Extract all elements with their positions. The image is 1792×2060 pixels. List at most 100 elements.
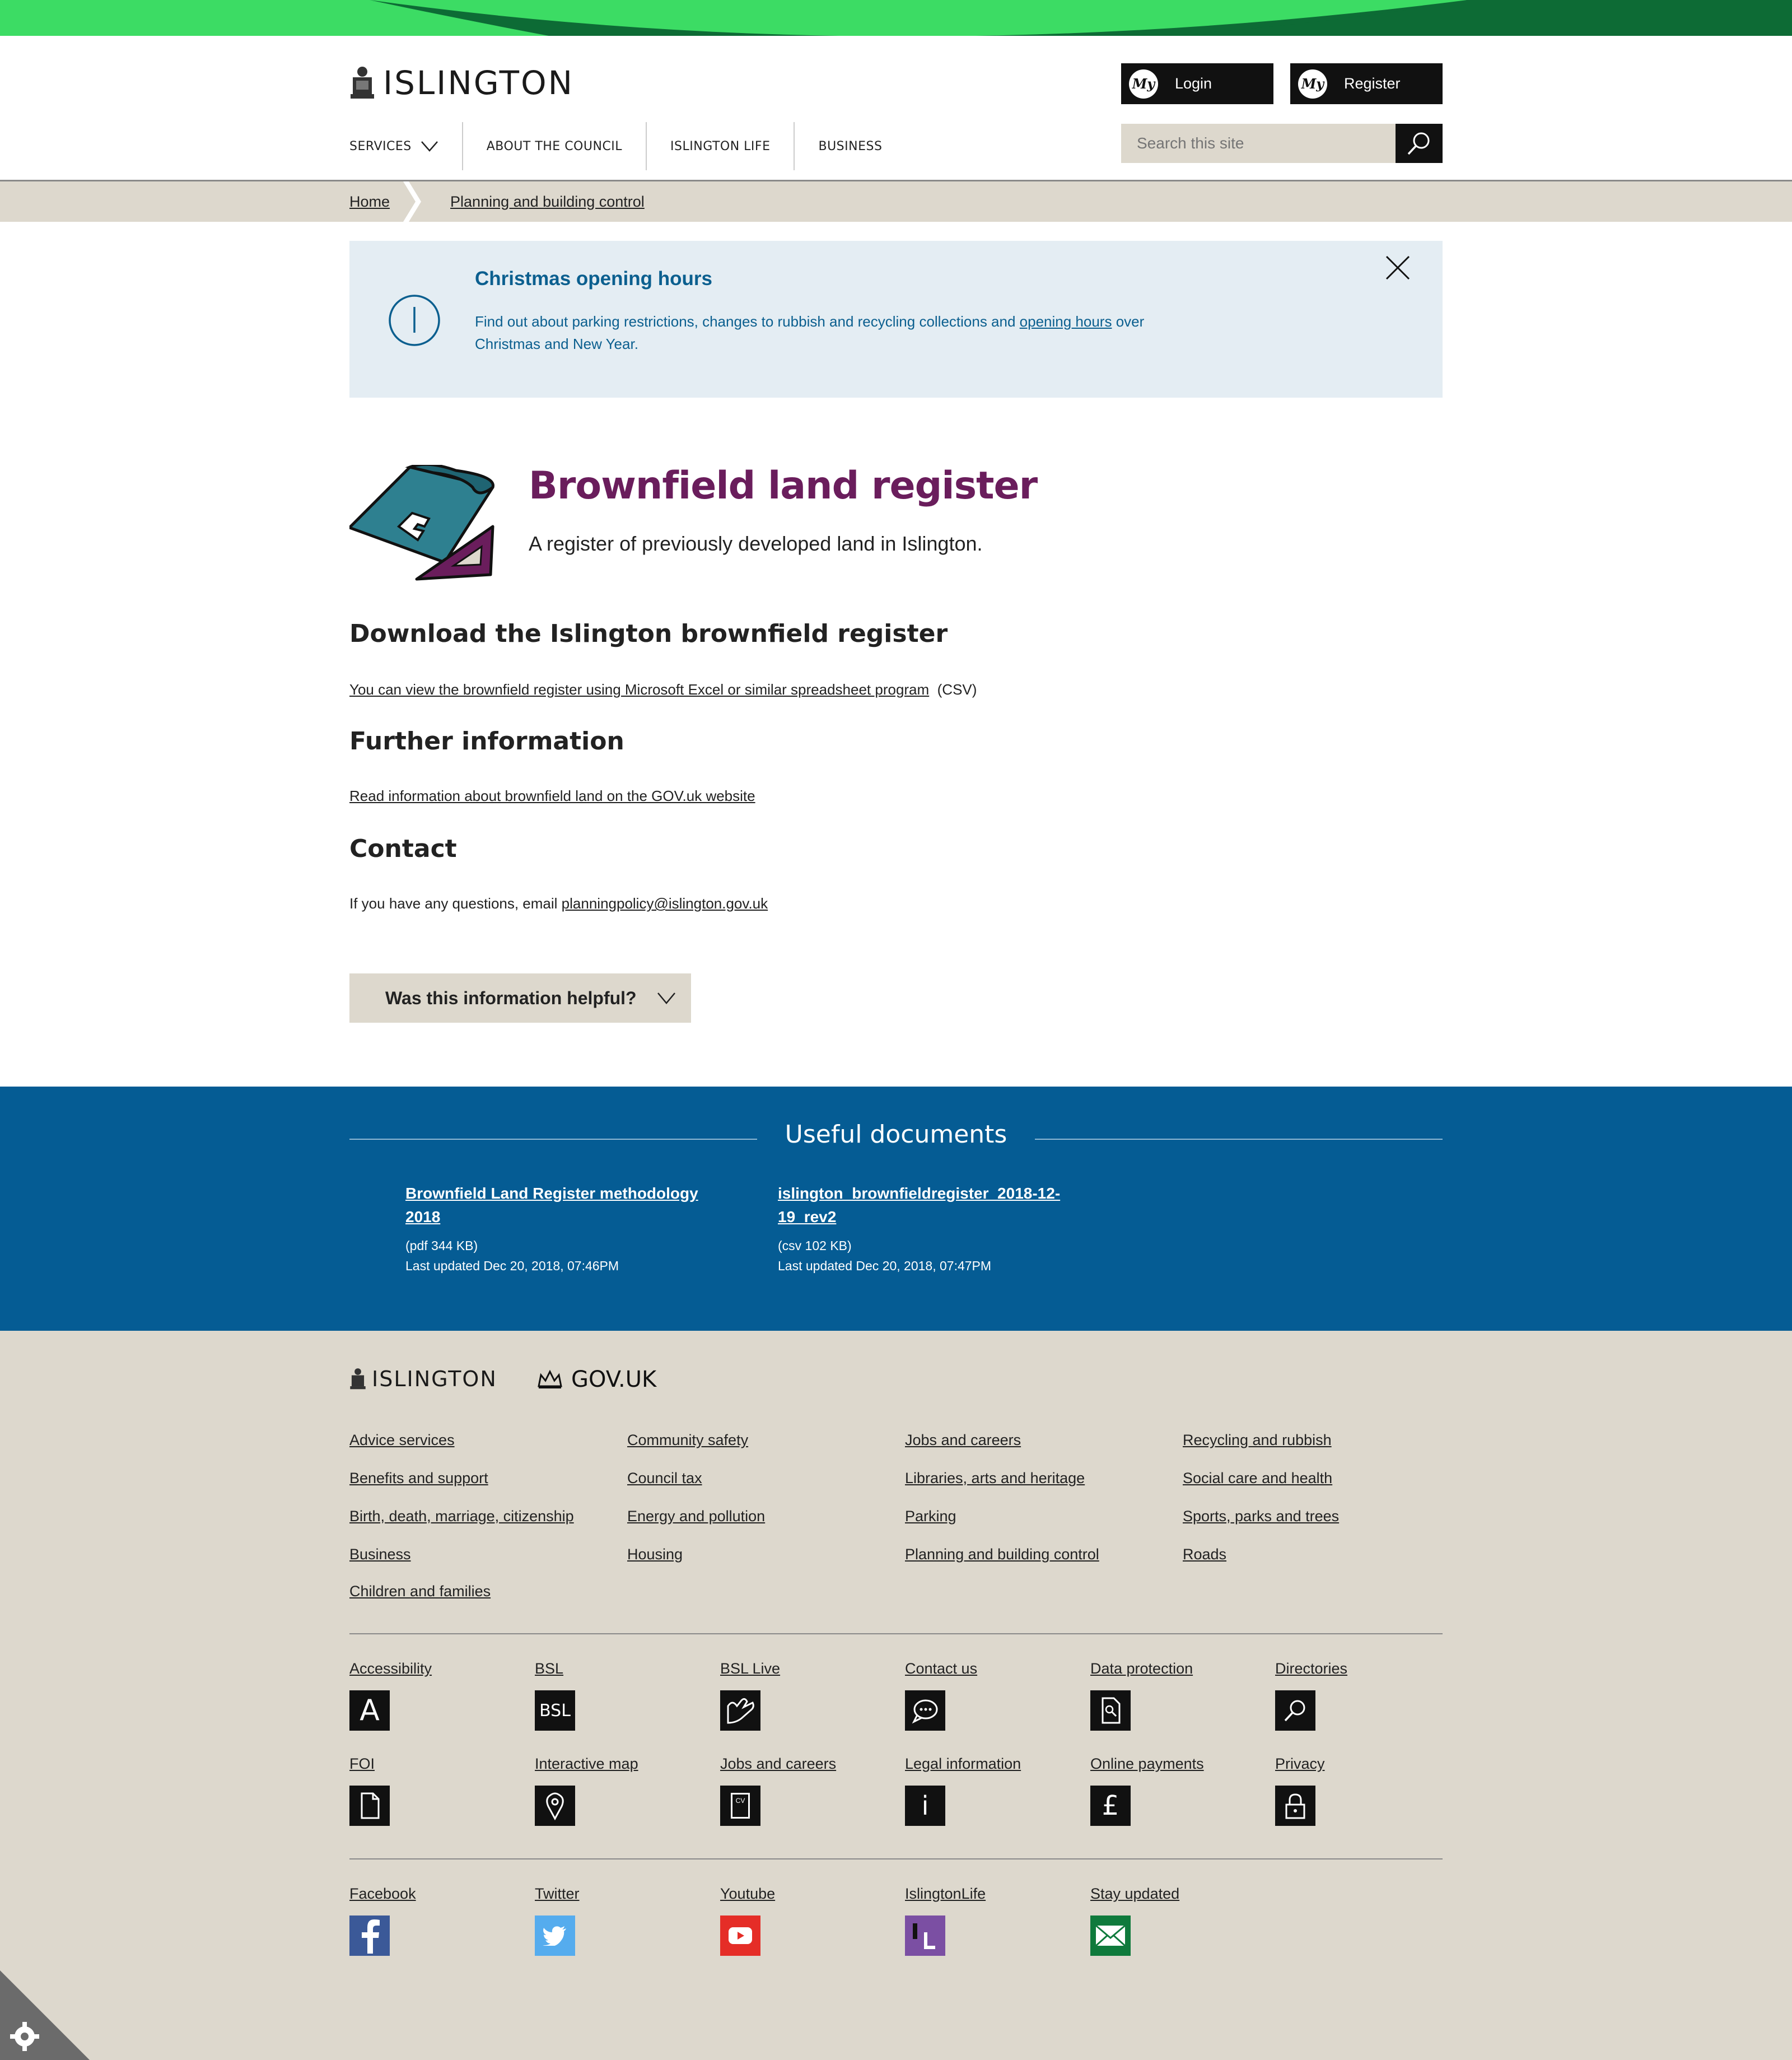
map-pin-icon[interactable] xyxy=(535,1786,575,1826)
nav-about-the-council[interactable]: ABOUT THE COUNCIL xyxy=(461,122,646,170)
document-link[interactable]: Brownfield Land Register methodology 201… xyxy=(405,1182,719,1229)
nav-services-label: SERVICES xyxy=(349,139,412,153)
chevron-down-icon xyxy=(421,141,438,152)
login-button[interactable]: My Login xyxy=(1121,63,1273,104)
feedback-toggle-button[interactable]: Was this information helpful? xyxy=(349,973,691,1023)
islington-crest-icon xyxy=(351,67,374,99)
band-wave-graphic xyxy=(370,0,1792,36)
document-icon[interactable] xyxy=(349,1786,390,1826)
document-updated: Last updated Dec 20, 2018, 07:46PM xyxy=(405,1259,619,1273)
quick-link-data-protection[interactable]: Data protection xyxy=(1090,1660,1193,1677)
footer-link[interactable]: Birth, death, marriage, citizenship xyxy=(349,1508,574,1525)
breadcrumb-planning[interactable]: Planning and building control xyxy=(450,193,645,211)
document-item: Brownfield Land Register methodology 201… xyxy=(405,1182,719,1276)
footer-link[interactable]: Planning and building control xyxy=(905,1546,1099,1563)
document-size: (pdf 344 KB) xyxy=(405,1238,478,1253)
social-link-facebook[interactable]: Facebook xyxy=(349,1885,416,1903)
footer-divider xyxy=(349,1633,1443,1634)
register-label: Register xyxy=(1344,75,1401,92)
contact-paragraph: If you have any questions, email plannin… xyxy=(349,895,768,912)
search-icon[interactable] xyxy=(1275,1690,1315,1731)
govuk-brownfield-link[interactable]: Read information about brownfield land o… xyxy=(349,787,755,804)
site-header: ISLINGTON My Login My Register SERVICES … xyxy=(0,36,1792,181)
login-label: Login xyxy=(1175,75,1212,92)
contact-text: If you have any questions, email xyxy=(349,895,562,912)
quick-link-accessibility[interactable]: Accessibility xyxy=(349,1660,432,1677)
my-account-icon: My xyxy=(1129,69,1158,99)
download-heading: Download the Islington brownfield regist… xyxy=(349,619,948,648)
breadcrumb-home[interactable]: Home xyxy=(349,193,390,211)
quick-link-online-payments[interactable]: Online payments xyxy=(1090,1755,1204,1773)
padlock-icon[interactable] xyxy=(1275,1786,1315,1826)
footer-link[interactable]: Libraries, arts and heritage xyxy=(905,1470,1085,1487)
opening-hours-link[interactable]: opening hours xyxy=(1020,313,1112,330)
further-info-paragraph: Read information about brownfield land o… xyxy=(349,787,755,805)
islington-logo[interactable]: ISLINGTON xyxy=(349,64,574,102)
top-decorative-band xyxy=(0,0,1792,36)
page-subtitle: A register of previously developed land … xyxy=(529,532,983,555)
islingtonlife-icon[interactable] xyxy=(905,1915,945,1956)
social-link-twitter[interactable]: Twitter xyxy=(535,1885,580,1903)
govuk-logo[interactable]: GOV.UK xyxy=(536,1367,656,1392)
footer-link[interactable]: Social care and health xyxy=(1183,1470,1332,1487)
blueprint-illustration-icon xyxy=(349,465,494,581)
feedback-label: Was this information helpful? xyxy=(385,987,637,1008)
footer-link[interactable]: Housing xyxy=(627,1546,683,1563)
footer-link[interactable]: Children and families xyxy=(349,1583,491,1600)
search-input[interactable] xyxy=(1121,124,1396,163)
brownfield-register-csv-link[interactable]: You can view the brownfield register usi… xyxy=(349,681,929,698)
footer-link[interactable]: Recycling and rubbish xyxy=(1183,1432,1332,1449)
quick-link-bsl[interactable]: BSL xyxy=(535,1660,563,1677)
footer-islington-logo[interactable]: ISLINGTON xyxy=(349,1367,497,1391)
quick-link-jobs-careers[interactable]: Jobs and careers xyxy=(720,1755,836,1773)
cookie-settings-icon[interactable] xyxy=(0,1970,90,2060)
useful-documents-title: Useful documents xyxy=(785,1120,1007,1149)
quick-link-legal-information[interactable]: Legal information xyxy=(905,1755,1021,1773)
email-icon[interactable] xyxy=(1090,1915,1131,1956)
footer-link[interactable]: Benefits and support xyxy=(349,1470,488,1487)
info-icon[interactable]: i xyxy=(905,1786,945,1826)
document-link[interactable]: islington_brownfieldregister_2018-12-19_… xyxy=(778,1182,1080,1229)
social-link-stay-updated[interactable]: Stay updated xyxy=(1090,1885,1179,1903)
footer-link[interactable]: Business xyxy=(349,1546,411,1563)
quick-link-interactive-map[interactable]: Interactive map xyxy=(535,1755,638,1773)
bsl-icon[interactable]: BSL xyxy=(535,1690,575,1731)
nav-services[interactable]: SERVICES xyxy=(349,122,462,170)
footer-link[interactable]: Advice services xyxy=(349,1432,455,1449)
footer-link[interactable]: Energy and pollution xyxy=(627,1508,765,1525)
cv-icon[interactable]: CV xyxy=(720,1786,760,1826)
contact-email-link[interactable]: planningpolicy@islington.gov.uk xyxy=(562,895,768,912)
footer-link[interactable]: Jobs and careers xyxy=(905,1432,1021,1449)
pound-icon[interactable]: £ xyxy=(1090,1786,1131,1826)
quick-link-foi[interactable]: FOI xyxy=(349,1755,375,1773)
register-button[interactable]: My Register xyxy=(1290,63,1443,104)
divider xyxy=(1035,1139,1443,1140)
footer-link[interactable]: Sports, parks and trees xyxy=(1183,1508,1339,1525)
twitter-icon[interactable] xyxy=(535,1915,575,1956)
search-button[interactable] xyxy=(1396,124,1443,163)
nav-islington-life[interactable]: ISLINGTON LIFE xyxy=(646,122,794,170)
footer-divider xyxy=(349,1858,1443,1859)
quick-link-bsl-live[interactable]: BSL Live xyxy=(720,1660,780,1677)
footer-link[interactable]: Parking xyxy=(905,1508,956,1525)
data-protection-icon[interactable] xyxy=(1090,1690,1131,1731)
social-link-youtube[interactable]: Youtube xyxy=(720,1885,775,1903)
footer-link[interactable]: Roads xyxy=(1183,1546,1226,1563)
breadcrumb: Home Planning and building control xyxy=(0,181,1792,222)
document-updated: Last updated Dec 20, 2018, 07:47PM xyxy=(778,1259,992,1273)
footer-link[interactable]: Community safety xyxy=(627,1432,748,1449)
document-size: (csv 102 KB) xyxy=(778,1238,852,1253)
accessibility-icon[interactable]: A xyxy=(349,1690,390,1731)
facebook-icon[interactable] xyxy=(349,1915,390,1956)
footer-link[interactable]: Council tax xyxy=(627,1470,702,1487)
youtube-icon[interactable] xyxy=(720,1915,760,1956)
nav-business[interactable]: BUSINESS xyxy=(794,122,906,170)
main-navigation: SERVICES ABOUT THE COUNCIL ISLINGTON LIF… xyxy=(349,122,906,170)
social-link-islingtonlife[interactable]: IslingtonLife xyxy=(905,1885,986,1903)
quick-link-contact-us[interactable]: Contact us xyxy=(905,1660,977,1677)
speech-bubble-icon[interactable] xyxy=(905,1690,945,1731)
close-icon[interactable] xyxy=(1384,254,1411,281)
bsl-live-icon[interactable] xyxy=(720,1690,760,1731)
quick-link-directories[interactable]: Directories xyxy=(1275,1660,1347,1677)
quick-link-privacy[interactable]: Privacy xyxy=(1275,1755,1325,1773)
